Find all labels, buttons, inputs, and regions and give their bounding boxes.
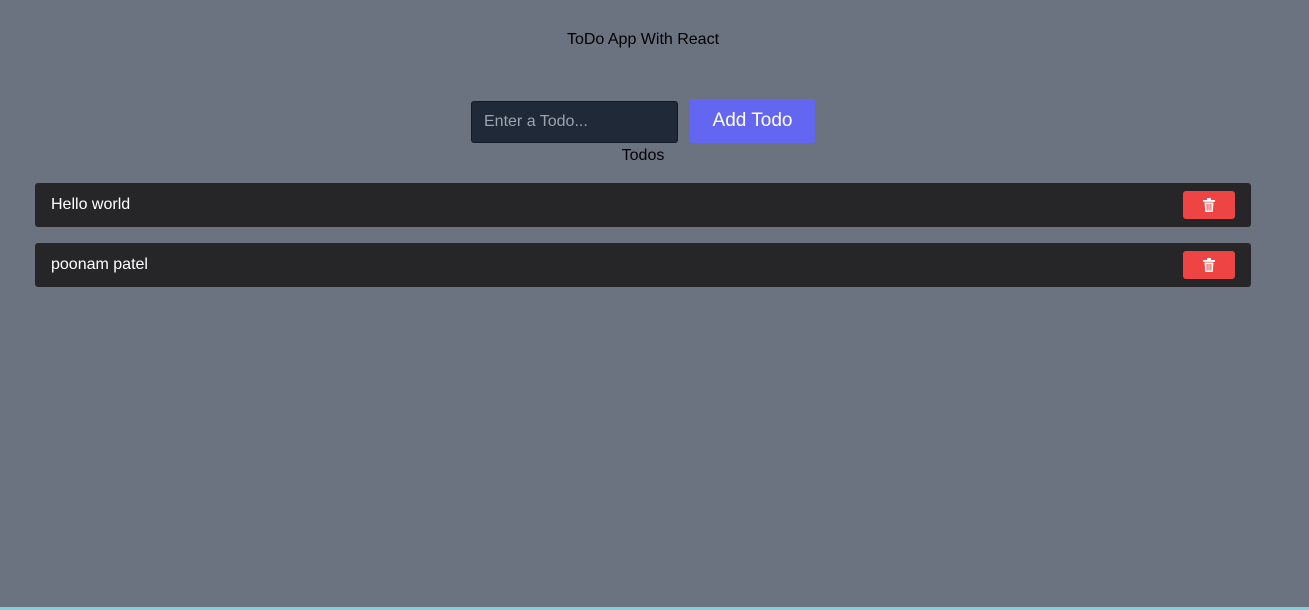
todo-text: poonam patel [51,256,148,273]
app-title: ToDo App With React [566,31,720,48]
todo-item: poonam patel [35,243,1251,287]
todo-form: Add Todo [471,99,815,143]
add-todo-button[interactable]: Add Todo [690,99,815,143]
todo-list: Hello world poonam patel [35,183,1251,303]
delete-todo-button[interactable] [1183,251,1235,279]
trash-icon [1203,198,1215,212]
todo-item: Hello world [35,183,1251,227]
trash-icon [1203,258,1215,272]
todo-input[interactable] [471,101,678,143]
delete-todo-button[interactable] [1183,191,1235,219]
todos-heading: Todos [621,147,665,164]
todo-text: Hello world [51,196,131,213]
